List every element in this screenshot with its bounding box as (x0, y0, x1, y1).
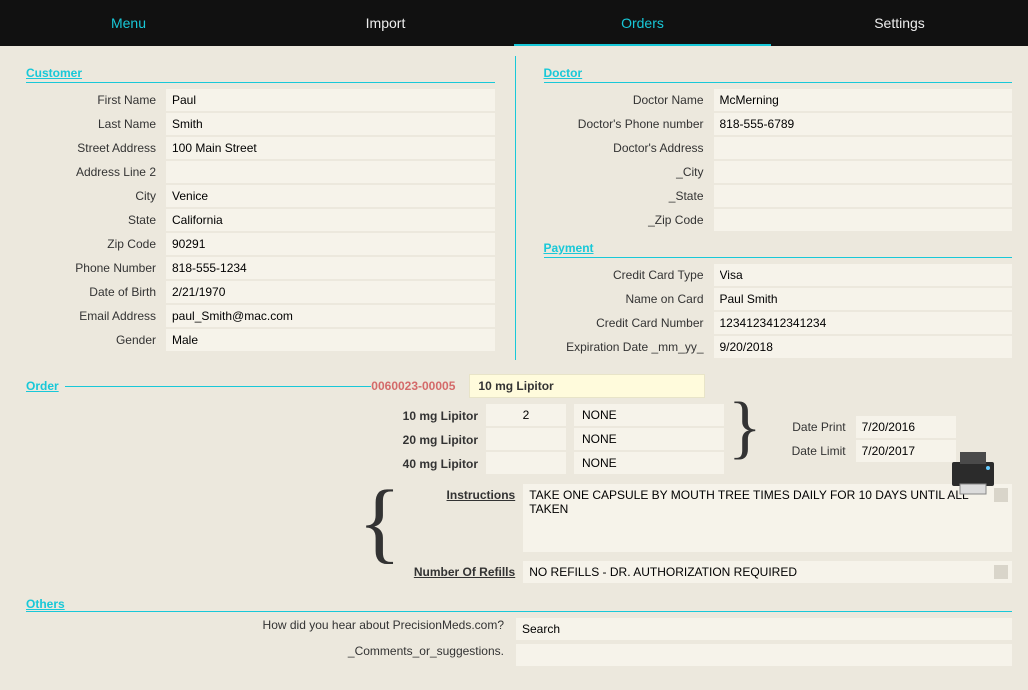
lbl-gender: Gender (16, 333, 166, 347)
lbl-city: City (16, 189, 166, 203)
lbl-cc-name: Name on Card (534, 292, 714, 306)
hear-input[interactable] (516, 618, 1012, 640)
lbl-40mg: 40 mg Lipitor (16, 452, 486, 476)
qty-40mg-input[interactable] (486, 452, 566, 474)
opt-20mg-input[interactable] (574, 428, 724, 450)
lbl-email: Email Address (16, 309, 166, 323)
opt-40mg-input[interactable] (574, 452, 724, 474)
doctor-state-input[interactable] (714, 185, 1013, 207)
first-name-input[interactable] (166, 89, 495, 111)
lbl-cc-type: Credit Card Type (534, 268, 714, 282)
cc-type-input[interactable] (714, 264, 1013, 286)
addr2-input[interactable] (166, 161, 495, 183)
cc-name-input[interactable] (714, 288, 1013, 310)
dob-input[interactable] (166, 281, 495, 303)
lbl-doc-city: _City (534, 165, 714, 179)
lbl-doc-name: Doctor Name (534, 93, 714, 107)
brace-right-icon: } (724, 398, 766, 470)
lbl-dob: Date of Birth (16, 285, 166, 299)
lbl-last-name: Last Name (16, 117, 166, 131)
lbl-doc-phone: Doctor's Phone number (534, 117, 714, 131)
lbl-doc-state: _State (534, 189, 714, 203)
lbl-street: Street Address (16, 141, 166, 155)
section-order: Order (26, 379, 59, 393)
nav-tab-orders[interactable]: Orders (514, 0, 771, 46)
last-name-input[interactable] (166, 113, 495, 135)
lbl-doc-addr: Doctor's Address (534, 141, 714, 155)
lbl-hear: How did you hear about PrecisionMeds.com… (16, 618, 516, 640)
nav-tab-settings[interactable]: Settings (771, 0, 1028, 46)
date-limit-input[interactable] (856, 440, 956, 462)
comments-input[interactable] (516, 644, 1012, 666)
cc-number-input[interactable] (714, 312, 1013, 334)
instructions-input[interactable] (523, 484, 1012, 552)
qty-10mg-input[interactable] (486, 404, 566, 426)
doctor-phone-input[interactable] (714, 113, 1013, 135)
lbl-addr2: Address Line 2 (16, 165, 166, 179)
lbl-comments: _Comments_or_suggestions. (16, 644, 516, 666)
order-number: 0060023-00005 (371, 379, 455, 393)
printer-icon[interactable] (946, 448, 1000, 498)
refills-input[interactable] (523, 561, 1012, 583)
lbl-cc-exp: Expiration Date _mm_yy_ (534, 340, 714, 354)
lbl-date-limit: Date Limit (786, 444, 856, 458)
section-others: Others (26, 597, 1012, 612)
section-doctor: Doctor (544, 64, 1013, 83)
lbl-state: State (16, 213, 166, 227)
lbl-instructions: Instructions (407, 484, 523, 555)
lbl-first-name: First Name (16, 93, 166, 107)
phone-input[interactable] (166, 257, 495, 279)
doctor-zip-input[interactable] (714, 209, 1013, 231)
cc-exp-input[interactable] (714, 336, 1013, 358)
doctor-city-input[interactable] (714, 161, 1013, 183)
zip-input[interactable] (166, 233, 495, 255)
doctor-name-input[interactable] (714, 89, 1013, 111)
street-input[interactable] (166, 137, 495, 159)
brace-left-icon: { (352, 488, 407, 558)
lbl-refills: Number Of Refills (407, 565, 523, 579)
lbl-cc-number: Credit Card Number (534, 316, 714, 330)
nav-tab-import[interactable]: Import (257, 0, 514, 46)
nav-tab-menu[interactable]: Menu (0, 0, 257, 46)
state-input[interactable] (166, 209, 495, 231)
order-product-name: 10 mg Lipitor (469, 374, 705, 398)
section-payment: Payment (544, 239, 1013, 258)
email-input[interactable] (166, 305, 495, 327)
gender-input[interactable] (166, 329, 495, 351)
section-customer: Customer (26, 64, 495, 83)
lbl-zip: Zip Code (16, 237, 166, 251)
lbl-doc-zip: _Zip Code (534, 213, 714, 227)
lbl-10mg: 10 mg Lipitor (16, 404, 486, 428)
lbl-phone: Phone Number (16, 261, 166, 275)
qty-20mg-input[interactable] (486, 428, 566, 450)
city-input[interactable] (166, 185, 495, 207)
lbl-20mg: 20 mg Lipitor (16, 428, 486, 452)
lbl-date-print: Date Print (786, 420, 856, 434)
date-print-input[interactable] (856, 416, 956, 438)
opt-10mg-input[interactable] (574, 404, 724, 426)
doctor-addr-input[interactable] (714, 137, 1013, 159)
